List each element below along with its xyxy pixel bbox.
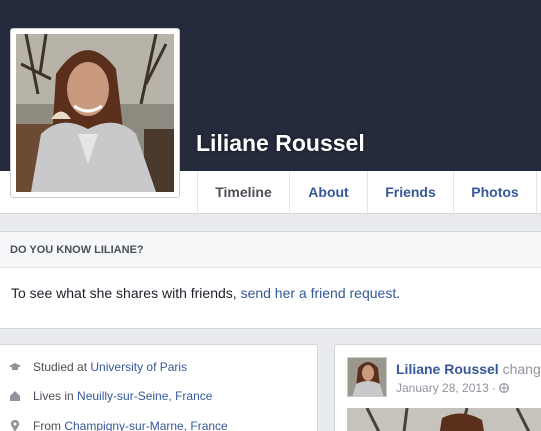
do-you-know-header: DO YOU KNOW LILIANE? bbox=[0, 232, 541, 268]
post-author-line: Liliane Roussel chang bbox=[396, 361, 541, 377]
tab-photos[interactable]: Photos bbox=[453, 171, 537, 213]
graduation-cap-icon bbox=[9, 361, 21, 373]
intro-education: Studied at University of Paris bbox=[0, 357, 187, 377]
do-you-know-box: DO YOU KNOW LILIANE? To see what she sha… bbox=[0, 231, 541, 329]
location-pin-icon bbox=[9, 420, 21, 431]
timeline-post: Liliane Roussel chang January 28, 2013 · bbox=[334, 344, 541, 431]
post-author-name[interactable]: Liliane Roussel bbox=[396, 361, 499, 377]
intro-lives: Lives in Neuilly-sur-Seine, France bbox=[0, 386, 212, 406]
do-you-know-suffix: . bbox=[396, 285, 401, 301]
globe-icon bbox=[499, 381, 510, 395]
send-friend-request-link[interactable]: send her a friend request bbox=[241, 285, 397, 301]
intro-education-link[interactable]: University of Paris bbox=[90, 360, 187, 374]
intro-education-prefix: Studied at bbox=[33, 360, 88, 374]
tab-friends[interactable]: Friends bbox=[367, 171, 453, 213]
intro-lives-prefix: Lives in bbox=[33, 389, 74, 403]
post-date-text: January 28, 2013 · bbox=[396, 381, 500, 395]
tab-timeline[interactable]: Timeline bbox=[197, 171, 289, 213]
intro-from-prefix: From bbox=[33, 419, 61, 431]
intro-from-link[interactable]: Champigny-sur-Marne, France bbox=[64, 419, 227, 431]
profile-photo bbox=[16, 34, 174, 192]
intro-lives-link[interactable]: Neuilly-sur-Seine, France bbox=[77, 389, 212, 403]
profile-tabs: Timeline About Friends Photos bbox=[197, 171, 537, 213]
tab-about[interactable]: About bbox=[289, 171, 367, 213]
post-photo[interactable] bbox=[347, 408, 541, 431]
do-you-know-prefix: To see what she shares with friends, bbox=[11, 285, 241, 301]
profile-picture[interactable] bbox=[10, 28, 180, 198]
do-you-know-text: To see what she shares with friends, sen… bbox=[0, 268, 541, 301]
post-author-avatar[interactable] bbox=[347, 357, 387, 397]
profile-name[interactable]: Liliane Roussel bbox=[196, 130, 365, 157]
post-timestamp[interactable]: January 28, 2013 · bbox=[396, 381, 510, 395]
intro-box: Studied at University of Paris Lives in … bbox=[0, 344, 318, 431]
post-action-text: chang bbox=[498, 361, 541, 377]
intro-from: From Champigny-sur-Marne, France bbox=[0, 416, 228, 431]
house-icon bbox=[9, 390, 21, 402]
